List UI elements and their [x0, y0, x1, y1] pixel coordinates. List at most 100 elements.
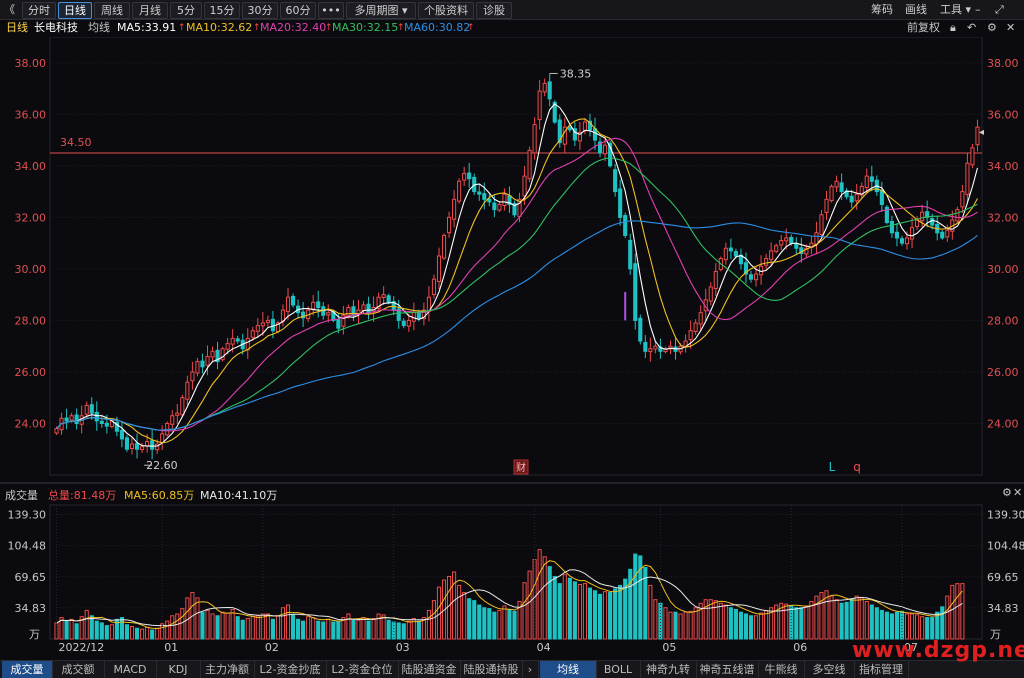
indicator-tab[interactable]: 陆股通持股 — [460, 661, 523, 678]
volume-bar-up — [175, 613, 180, 640]
indicator-tab[interactable]: 成交量 — [2, 661, 53, 678]
expand-icon[interactable]: ⤢ — [995, 2, 1004, 17]
indicator-tab[interactable]: L2-资金抄底 — [254, 661, 327, 678]
volume-bar-down — [240, 619, 245, 640]
close-icon[interactable]: ✕ — [1006, 20, 1015, 36]
volume-bar-down — [552, 575, 557, 640]
period-label: 日线 — [6, 21, 28, 34]
volume-bar-down — [150, 629, 155, 640]
candle-down — [940, 231, 945, 239]
toolbar-tab[interactable]: 多周期图 ▾ — [346, 2, 416, 19]
indicator-tab[interactable]: 神奇九转 — [640, 661, 697, 678]
candle-up — [265, 319, 270, 324]
indicator-tab[interactable]: 指标管理 — [854, 661, 909, 678]
volume-bar-down — [940, 606, 945, 640]
volume-tick-label-left: 69.65 — [15, 571, 47, 584]
volume-bar-up — [230, 609, 235, 640]
toolbar-tab[interactable]: 60分 — [280, 2, 316, 19]
volume-bar-up — [693, 607, 698, 640]
volume-bar-down — [290, 614, 296, 640]
toolbar-right-item[interactable]: 画线 — [905, 2, 927, 17]
tab-scroll-arrow-icon[interactable]: › — [522, 661, 539, 678]
volume-close-icon[interactable]: ✕ — [1013, 486, 1022, 499]
toolbar-tab[interactable]: 个股资料 — [418, 2, 474, 19]
candle-up — [829, 185, 834, 202]
volume-bar-up — [542, 556, 547, 640]
volume-bar-up — [462, 592, 467, 640]
candle-down — [477, 191, 482, 195]
volume-bar-down — [512, 610, 517, 640]
candle-down — [89, 404, 94, 414]
volume-bar-down — [94, 620, 99, 640]
toolbar-right-item[interactable]: 工具 ▾ — [940, 2, 971, 17]
toolbar-tab[interactable]: ••• — [318, 2, 344, 19]
adjust-dropdown[interactable]: 前复权 — [907, 20, 940, 36]
candle-up — [698, 312, 703, 325]
undo-icon[interactable]: ↶ — [967, 20, 976, 36]
settings-icon[interactable]: ⚙ — [987, 20, 997, 36]
indicator-tab[interactable]: 主力净额 — [200, 661, 255, 678]
volume-bar-up — [431, 600, 437, 640]
indicator-tab[interactable]: MACD — [104, 661, 157, 678]
indicator-tab[interactable]: BOLL — [596, 661, 641, 678]
indicator-tab[interactable]: 多空线 — [804, 661, 855, 678]
volume-bar-down — [799, 607, 804, 640]
indicator-tab[interactable]: L2-资金仓位 — [326, 661, 399, 678]
candle-up — [160, 433, 165, 444]
kline-chart[interactable]: 24.00 24.00 26.00 26.00 28.00 28.00 30.00 30.00… — [0, 37, 1024, 660]
financial-report-label: 财 — [516, 461, 526, 474]
volume-bar-up — [346, 613, 351, 640]
toolbar-tab[interactable]: 周线 — [94, 2, 130, 19]
candle-down — [613, 169, 618, 193]
toolbar-right-item[interactable]: 筹码 — [871, 2, 893, 17]
toolbar-tab[interactable]: 5分 — [170, 2, 202, 19]
volume-bar-up — [265, 613, 270, 640]
volume-bar-up — [371, 617, 376, 640]
candle-down — [930, 218, 935, 226]
volume-tick-label-right: 69.65 — [987, 571, 1019, 584]
toolbar-tab[interactable]: 15分 — [204, 2, 240, 19]
stock-name[interactable]: 长电科技 — [34, 20, 78, 36]
ma5-up-icon: ↑ — [178, 23, 186, 33]
candle-down — [894, 231, 900, 239]
indicator-tab[interactable]: KDJ — [156, 661, 201, 678]
volume-settings-icon[interactable]: ⚙ — [1002, 486, 1012, 499]
candle-down — [633, 263, 638, 321]
volume-bar-up — [537, 549, 542, 640]
toolbar-tab[interactable]: 诊股 — [476, 2, 512, 19]
volume-bar-up — [502, 605, 507, 640]
volume-bar-up — [809, 600, 814, 640]
volume-bar-up — [920, 616, 925, 640]
ma60-line — [56, 220, 978, 431]
candle-up — [260, 322, 265, 327]
minimize-icon[interactable]: – — [975, 2, 981, 17]
back-button[interactable]: 《 — [4, 2, 15, 17]
volume-bar-down — [894, 611, 900, 640]
toolbar-tab[interactable]: 分时 — [22, 2, 56, 19]
ma-label[interactable]: 均线 — [88, 20, 110, 36]
candle-down — [401, 320, 406, 327]
lock-icon[interactable]: 🔒︎ — [950, 20, 956, 36]
candle-up — [69, 415, 74, 421]
candle-up — [346, 307, 351, 317]
toolbar-tab[interactable]: 30分 — [242, 2, 278, 19]
volume-bar-up — [904, 613, 910, 640]
indicator-tab[interactable]: 神奇五线谱 — [696, 661, 759, 678]
candle-up — [784, 237, 789, 242]
volume-bar-up — [285, 604, 291, 640]
candle-down — [623, 215, 628, 236]
volume-bar-up — [713, 600, 718, 640]
indicator-tab[interactable]: 均线 — [540, 661, 597, 678]
indicator-tab[interactable]: 成交额 — [52, 661, 105, 678]
volume-bar-down — [64, 620, 69, 640]
indicator-tab[interactable]: 陆股通资金 — [398, 661, 461, 678]
candle-down — [386, 295, 391, 303]
price-tick-label-right: 34.00 — [987, 160, 1019, 173]
toolbar-tab[interactable]: 月线 — [132, 2, 168, 19]
toolbar-tab[interactable]: 日线 — [58, 2, 92, 19]
high-marker-label: 38.35 — [560, 67, 592, 80]
volume-label[interactable]: 成交量 — [5, 487, 38, 503]
volume-bar-down — [572, 581, 577, 640]
indicator-tab[interactable]: 牛熊线 — [758, 661, 805, 678]
volume-bar-up — [814, 595, 819, 640]
